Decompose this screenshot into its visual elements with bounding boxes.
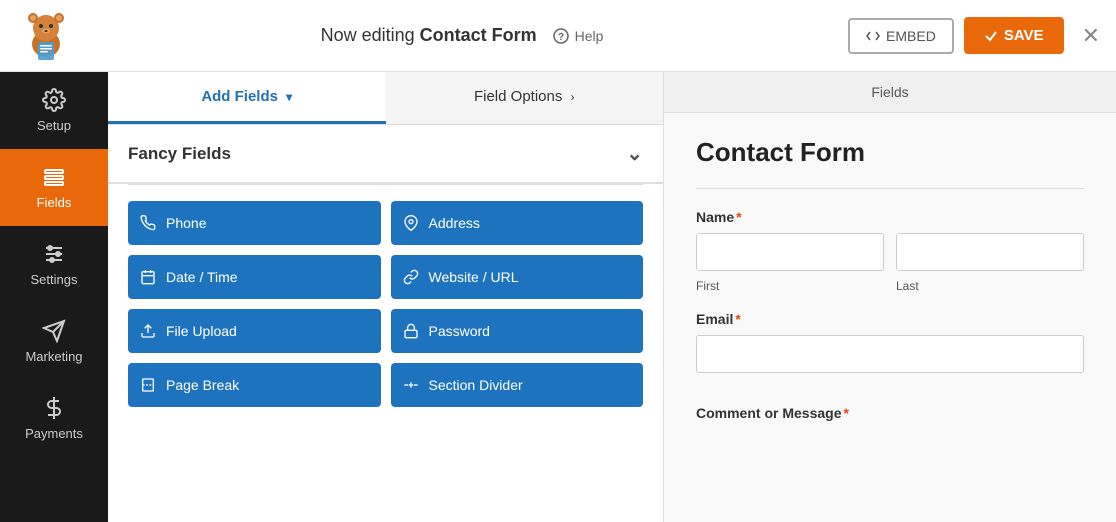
name-label: Name* [696, 209, 1084, 225]
main-content: Setup Fields Settings [0, 72, 1116, 522]
tab-field-options[interactable]: Field Options › [386, 72, 664, 124]
dollar-icon [42, 396, 66, 420]
save-button[interactable]: SAVE [964, 17, 1064, 54]
password-button[interactable]: Password [391, 309, 644, 353]
svg-text:?: ? [558, 32, 564, 43]
top-bar-actions: EMBED SAVE ✕ [848, 17, 1100, 54]
comment-label: Comment or Message* [696, 405, 1084, 421]
sidebar-item-marketing[interactable]: Marketing [0, 303, 108, 380]
sidebar-nav: Setup Fields Settings [0, 72, 108, 522]
preview-header: Fields [664, 72, 1116, 113]
upload-icon [140, 323, 156, 339]
add-fields-chevron: ▾ [286, 90, 292, 104]
email-input[interactable] [696, 335, 1084, 373]
file-upload-button[interactable]: File Upload [128, 309, 381, 353]
email-label: Email* [696, 311, 1084, 327]
form-divider [696, 188, 1084, 189]
phone-button[interactable]: Phone [128, 201, 381, 245]
lock-icon [403, 323, 419, 339]
sidebar-item-fields[interactable]: Fields [0, 149, 108, 226]
sidebar-item-setup[interactable]: Setup [0, 72, 108, 149]
top-bar: Now editing Contact Form ? Help EMBED SA… [0, 0, 1116, 72]
name-first-input[interactable] [696, 233, 884, 271]
fields-icon [42, 165, 66, 189]
section-divider-button[interactable]: Section Divider [391, 363, 644, 407]
name-sub-labels: First Last [696, 277, 1084, 295]
check-icon [984, 29, 998, 43]
fields-panel: Add Fields ▾ Field Options › Fancy Field… [108, 72, 664, 522]
name-required-star: * [736, 209, 741, 225]
name-input-row [696, 233, 1084, 271]
tab-add-fields[interactable]: Add Fields ▾ [108, 72, 386, 124]
name-field-group: Name* First Last [696, 209, 1084, 295]
date-time-button[interactable]: Date / Time [128, 255, 381, 299]
fancy-fields-chevron[interactable]: ⌄ [626, 141, 643, 166]
tabs-bar: Add Fields ▾ Field Options › [108, 72, 663, 125]
comment-field-group: Comment or Message* [696, 405, 1084, 421]
form-preview: Contact Form Name* First Last [664, 113, 1116, 522]
gear-icon [42, 88, 66, 112]
fancy-fields-header: Fancy Fields ⌄ [108, 125, 663, 184]
sidebar-item-settings[interactable]: Settings [0, 226, 108, 303]
form-title: Contact Form [696, 137, 1084, 168]
link-icon [403, 269, 419, 285]
address-button[interactable]: Address [391, 201, 644, 245]
embed-icon [866, 29, 880, 43]
page-break-button[interactable]: Page Break [128, 363, 381, 407]
comment-required-star: * [843, 405, 848, 421]
name-last-input[interactable] [896, 233, 1084, 271]
email-required-star: * [735, 311, 740, 327]
field-options-chevron: › [571, 90, 575, 104]
fields-grid: Phone Address Date / Time [108, 185, 663, 423]
page-break-icon [140, 377, 156, 393]
phone-icon [140, 215, 156, 231]
first-label: First [696, 279, 719, 293]
email-field-group: Email* [696, 311, 1084, 389]
section-divider-icon [403, 377, 419, 393]
sidebar-item-payments[interactable]: Payments [0, 380, 108, 457]
logo [16, 6, 76, 66]
megaphone-icon [42, 319, 66, 343]
settings-icon [42, 242, 66, 266]
embed-button[interactable]: EMBED [848, 18, 954, 54]
calendar-icon [140, 269, 156, 285]
top-bar-center: Now editing Contact Form ? Help [76, 25, 848, 46]
website-url-button[interactable]: Website / URL [391, 255, 644, 299]
help-button[interactable]: ? Help [553, 28, 604, 44]
map-pin-icon [403, 215, 419, 231]
preview-section: Fields Contact Form Name* First [664, 72, 1116, 522]
editing-title: Now editing Contact Form [321, 25, 537, 46]
help-icon: ? [553, 28, 569, 44]
close-button[interactable]: ✕ [1082, 23, 1100, 49]
last-label: Last [896, 279, 919, 293]
fancy-fields-label: Fancy Fields [128, 144, 231, 164]
